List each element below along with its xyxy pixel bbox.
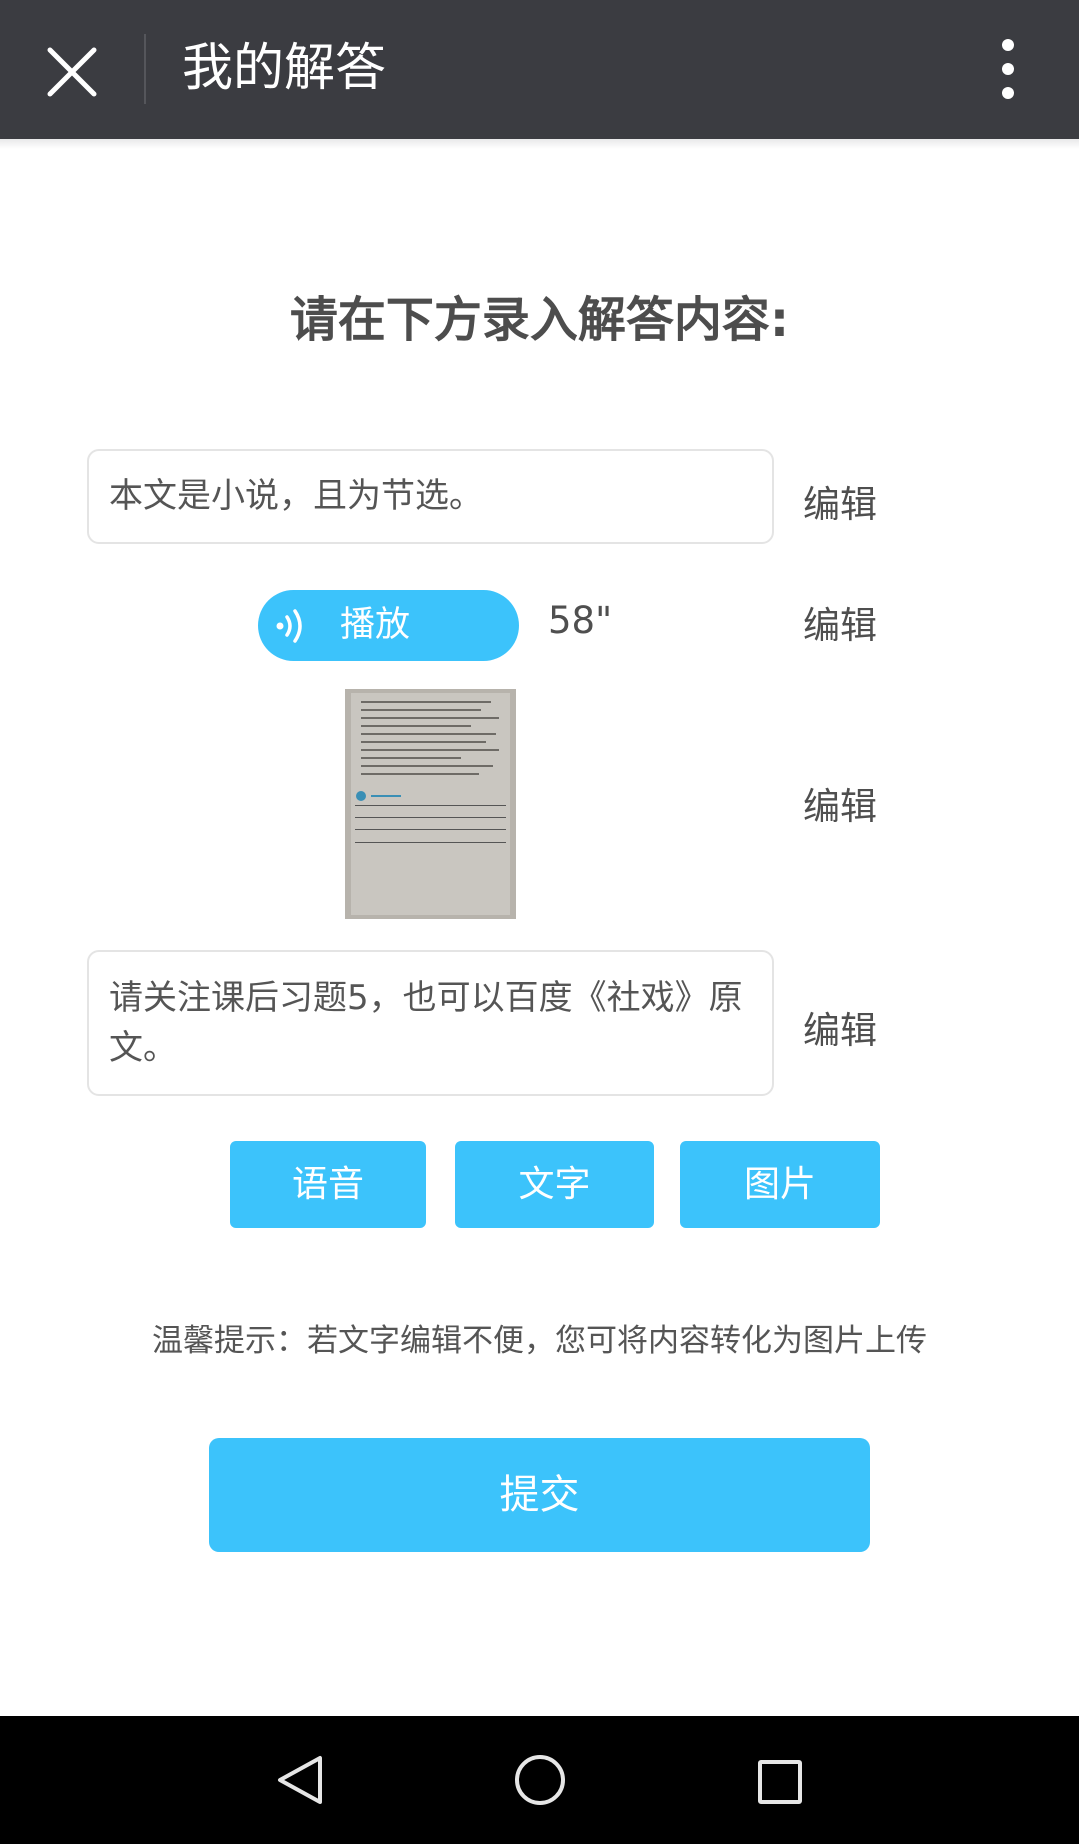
close-icon[interactable]	[44, 44, 100, 100]
hint-text: 温馨提示：若文字编辑不便，您可将内容转化为图片上传	[152, 1323, 927, 1359]
more-icon[interactable]	[990, 36, 1026, 102]
nav-recents-icon[interactable]	[758, 1760, 802, 1804]
answer-image-thumbnail[interactable]	[345, 689, 516, 919]
nav-home-icon[interactable]	[515, 1755, 565, 1805]
answer-text-1[interactable]: 本文是小说，且为节选。	[87, 449, 774, 544]
nav-back-icon[interactable]	[274, 1754, 326, 1806]
top-app-bar	[0, 0, 1079, 139]
edit-answer-4-button[interactable]: 编辑	[803, 1008, 893, 1054]
answer-text-2-content: 请关注课后习题5，也可以百度《社戏》原文。	[109, 978, 743, 1068]
topbar-divider	[144, 34, 146, 104]
edit-answer-1-button[interactable]: 编辑	[803, 482, 893, 528]
audio-play-button[interactable]: 播放	[258, 590, 519, 661]
photo-page	[351, 693, 510, 915]
add-image-button[interactable]: 图片	[680, 1141, 880, 1228]
page-title: 我的解答	[182, 39, 387, 98]
answer-text-2[interactable]: 请关注课后习题5，也可以百度《社戏》原文。	[87, 950, 774, 1096]
edit-answer-2-button[interactable]: 编辑	[803, 603, 893, 649]
audio-wave-icon	[276, 609, 302, 643]
submit-button[interactable]: 提交	[209, 1438, 870, 1552]
audio-duration: 58"	[548, 599, 613, 642]
add-text-button[interactable]: 文字	[455, 1141, 654, 1228]
audio-play-label: 播放	[340, 605, 411, 645]
instruction-heading: 请在下方录入解答内容:	[289, 292, 790, 348]
topbar-shadow	[0, 139, 1079, 149]
add-voice-button[interactable]: 语音	[230, 1141, 426, 1228]
answer-text-1-content: 本文是小说，且为节选。	[109, 476, 483, 516]
edit-answer-3-button[interactable]: 编辑	[803, 784, 893, 830]
